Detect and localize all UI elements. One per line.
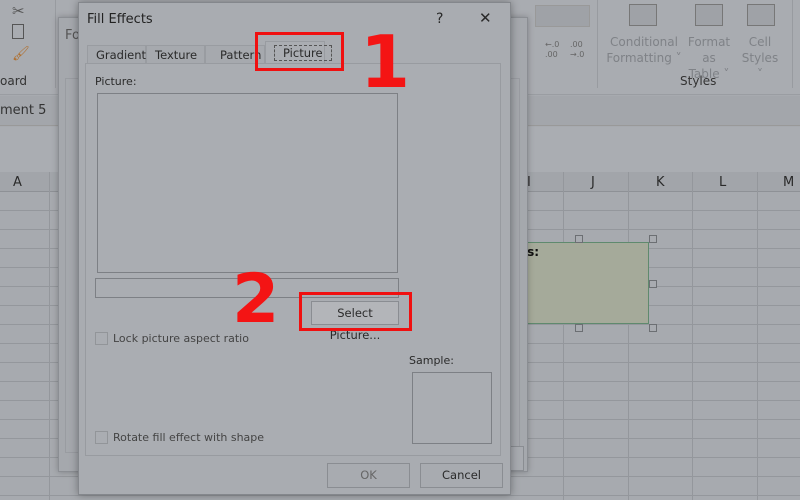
conditional-formatting-icon bbox=[629, 4, 657, 26]
sample-preview bbox=[412, 372, 492, 444]
decimal-increase-button[interactable]: ←.0 .00 bbox=[545, 40, 565, 60]
copy-icon[interactable] bbox=[12, 24, 24, 39]
conditional-formatting-button[interactable]: Conditional Formatting ˅ bbox=[604, 34, 684, 66]
help-button[interactable]: ? bbox=[436, 11, 443, 27]
col-a[interactable]: A bbox=[13, 175, 22, 190]
col-l[interactable]: L bbox=[719, 175, 726, 190]
sample-label: Sample: bbox=[409, 354, 454, 367]
resize-handle[interactable] bbox=[575, 235, 583, 243]
resize-handle[interactable] bbox=[575, 324, 583, 332]
format-as-table-icon bbox=[695, 4, 723, 26]
scissors-icon[interactable]: ✂ bbox=[12, 2, 25, 20]
tab-gradient[interactable]: Gradient bbox=[87, 45, 146, 65]
picture-label: Picture: bbox=[95, 75, 137, 88]
dialog-title: Fill Effects bbox=[87, 12, 153, 27]
col-j[interactable]: J bbox=[591, 175, 595, 190]
lock-aspect-label: Lock picture aspect ratio bbox=[113, 332, 249, 345]
format-painter-icon[interactable]: 🖌 bbox=[12, 46, 30, 62]
lock-aspect-checkbox[interactable] bbox=[95, 332, 108, 345]
highlight-select-picture bbox=[299, 292, 412, 331]
clipboard-group-label: oard bbox=[0, 74, 28, 88]
rotate-fill-checkbox[interactable] bbox=[95, 431, 108, 444]
resize-handle[interactable] bbox=[649, 324, 657, 332]
picture-preview bbox=[97, 93, 398, 273]
step-2-label: 2 bbox=[232, 260, 280, 339]
rotate-fill-label: Rotate fill effect with shape bbox=[113, 431, 265, 444]
col-m[interactable]: M bbox=[783, 175, 794, 190]
col-k[interactable]: K bbox=[656, 175, 665, 190]
picture-tab-panel: Picture: Select Picture... Lock picture … bbox=[85, 63, 501, 456]
ok-button[interactable]: OK bbox=[327, 463, 410, 488]
cell-styles-icon bbox=[747, 4, 775, 26]
decimal-decrease-button[interactable]: .00 →.0 bbox=[570, 40, 590, 60]
cell-styles-button[interactable]: Cell Styles ˅ bbox=[737, 34, 783, 82]
resize-handle[interactable] bbox=[649, 235, 657, 243]
style-name-box[interactable]: ment 5 bbox=[0, 103, 46, 118]
styles-group-label: Styles bbox=[680, 74, 717, 88]
close-icon[interactable]: ✕ bbox=[479, 9, 492, 27]
resize-handle[interactable] bbox=[649, 280, 657, 288]
tab-texture[interactable]: Texture bbox=[146, 45, 205, 65]
fill-effects-dialog: Fill Effects ? ✕ Gradient Texture Patter… bbox=[78, 2, 511, 495]
step-1-label: 1 bbox=[360, 20, 411, 104]
cancel-button[interactable]: Cancel bbox=[420, 463, 503, 488]
highlight-picture-tab bbox=[255, 32, 344, 71]
